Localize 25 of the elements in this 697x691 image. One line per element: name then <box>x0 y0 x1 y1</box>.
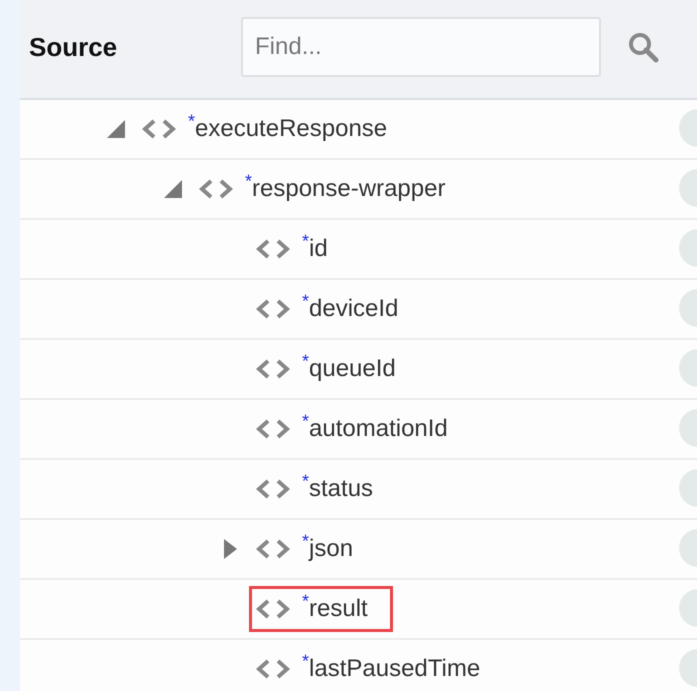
element-tag-icon <box>142 118 176 140</box>
node-label[interactable]: $^{*}$executeResponse <box>188 115 388 143</box>
node-label[interactable]: $^{*}$automationId <box>302 415 448 443</box>
node-label[interactable]: $^{*}$status <box>302 475 374 503</box>
element-tag-icon <box>256 598 290 620</box>
element-tag-icon <box>199 178 233 200</box>
element-tag-icon <box>256 658 290 680</box>
node-label[interactable]: $^{*}$json <box>302 535 354 563</box>
element-tag-icon <box>256 418 290 440</box>
element-tag-icon <box>256 358 290 380</box>
node-label[interactable]: $^{*}$queueId <box>302 355 396 383</box>
element-tag-icon <box>256 238 290 260</box>
element-tag-icon <box>256 478 290 500</box>
node-label[interactable]: $^{*}$result <box>302 595 368 623</box>
search-icon[interactable] <box>627 31 659 63</box>
element-tag-icon <box>256 538 290 560</box>
node-label[interactable]: $^{*}$deviceId <box>302 295 398 323</box>
node-label[interactable]: $^{*}$lastPausedTime <box>302 655 480 683</box>
panel-title: Source <box>29 32 118 62</box>
expanded-triangle-icon[interactable] <box>162 178 184 200</box>
element-tag-icon <box>256 298 290 320</box>
node-label[interactable]: $^{*}$id <box>302 235 328 263</box>
node-label[interactable]: $^{*}$response-wrapper <box>245 175 446 203</box>
expanded-triangle-icon[interactable] <box>105 118 127 140</box>
search-field[interactable]: Find... <box>241 17 601 77</box>
